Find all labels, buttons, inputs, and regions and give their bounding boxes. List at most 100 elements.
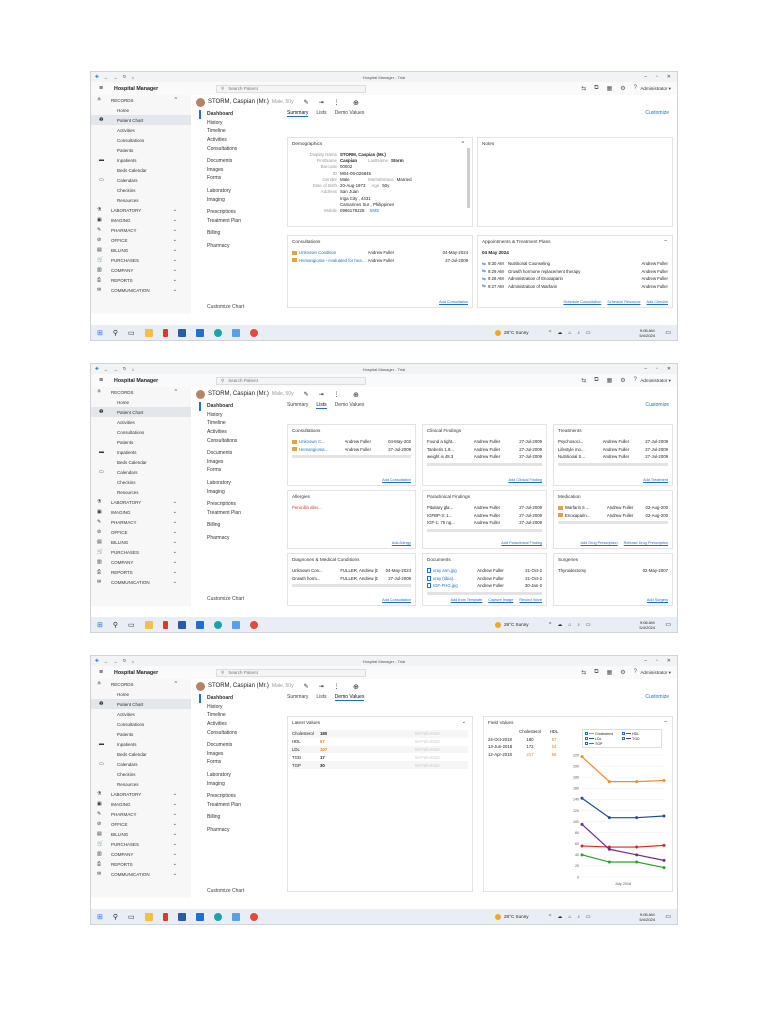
maximize-button[interactable]: ▫ xyxy=(656,658,658,664)
sidebar-group-pharmacy[interactable]: ✎ PHARMACY ⌄ xyxy=(91,225,191,235)
sidebar-group-purchases[interactable]: 🛒 PURCHASES ⌄ xyxy=(91,547,191,557)
data-point-ldl[interactable] xyxy=(580,796,584,800)
notification-icon[interactable]: ▭ xyxy=(665,329,671,336)
dashboard-nav-item[interactable]: Prescriptions xyxy=(199,500,279,509)
swap-icon[interactable]: ⇆ xyxy=(581,669,586,676)
patient-name[interactable]: STORM, Caspian (Mr.) xyxy=(208,99,269,105)
tab-lists[interactable]: Lists xyxy=(316,110,326,117)
dashboard-nav-item[interactable]: Forms xyxy=(199,174,279,183)
tab-summary[interactable]: Summary xyxy=(287,402,308,409)
maximize-button[interactable]: ▫ xyxy=(656,366,658,372)
card-link[interactable]: Schedule Resource xyxy=(607,300,640,304)
horizontal-scrollbar[interactable] xyxy=(427,528,542,532)
sidebar-item[interactable]: Activities xyxy=(91,417,191,427)
volume-icon[interactable]: ♪ xyxy=(577,622,580,628)
gear-icon[interactable]: ⚙ xyxy=(620,85,625,92)
red-app-icon[interactable] xyxy=(162,620,168,629)
data-point-tgp[interactable] xyxy=(580,853,584,857)
tab-demo-values[interactable]: Demo Values xyxy=(334,694,365,701)
card-link[interactable]: Add Consultation xyxy=(382,478,411,482)
dashboard-nav-item[interactable]: Timeline xyxy=(199,711,279,720)
sidebar-item[interactable]: ❶ Patient Chart xyxy=(91,699,191,709)
task-view-icon[interactable]: ▭ xyxy=(128,913,135,921)
list-item[interactable]: Hemangioma - evaluated for headache andA… xyxy=(292,257,468,265)
close-button[interactable]: ✕ xyxy=(667,366,671,372)
sidebar-item[interactable]: Patients xyxy=(91,729,191,739)
tab-summary[interactable]: Summary xyxy=(287,694,308,701)
red-app-icon[interactable] xyxy=(162,912,168,921)
clock[interactable]: 9:08 AM 5/4/2024 xyxy=(639,620,655,630)
card-link[interactable]: Add Drug Prescription xyxy=(581,541,618,545)
weather-widget[interactable]: 28°C Sunny xyxy=(495,621,529,628)
export-icon[interactable]: ⇥ xyxy=(319,99,324,106)
edit-icon[interactable]: ✎ xyxy=(304,683,309,690)
sidebar-item[interactable]: ▬ Inpatients xyxy=(91,155,191,165)
dashboard-nav-item[interactable]: Pharmacy xyxy=(199,826,279,835)
dashboard-nav-item[interactable]: History xyxy=(199,703,279,712)
dashboard-nav-item[interactable]: Billing xyxy=(199,229,279,238)
grid-icon[interactable]: ▦ xyxy=(607,377,613,384)
chevron-up-icon[interactable]: ^ xyxy=(549,622,551,628)
dashboard-nav-item[interactable]: Forms xyxy=(199,758,279,767)
list-item[interactable]: Hemangiomа... Andrew Fuller 27-Jul-2009 xyxy=(292,446,411,454)
dashboard-nav-item[interactable]: Dashboard xyxy=(199,402,279,411)
data-point-hdl[interactable] xyxy=(635,845,639,849)
list-item[interactable]: Psychosoci... Andrew Fuller 27-Jul-2009 xyxy=(558,438,668,446)
add-tab-button[interactable]: ⊕ xyxy=(353,683,359,691)
windows-start-icon[interactable]: ⊞ xyxy=(97,621,103,629)
dashboard-nav-item[interactable]: Treatment Plan xyxy=(199,217,279,226)
chevron-up-icon[interactable]: ^ xyxy=(549,330,551,336)
sidebar-item[interactable]: Beds Calendar xyxy=(91,749,191,759)
sidebar-item[interactable]: Checkins xyxy=(91,477,191,487)
sidebar-group-pharmacy[interactable]: ✎ PHARMACY ⌄ xyxy=(91,809,191,819)
sidebar-group-office[interactable]: ⊘ OFFICE ⌄ xyxy=(91,819,191,829)
sidebar-group-communication[interactable]: ✉ COMMUNICATION ⌄ xyxy=(91,577,191,587)
sidebar-item[interactable]: ❶ Patient Chart xyxy=(91,115,191,125)
card-link[interactable]: Release Drug Prescription xyxy=(624,541,668,545)
swap-icon[interactable]: ⇆ xyxy=(581,377,586,384)
horizontal-scrollbar[interactable] xyxy=(292,584,411,587)
search-input[interactable]: ⚲ Search Patient xyxy=(216,84,366,93)
mail-app-icon[interactable] xyxy=(195,912,204,921)
list-item[interactable]: Warfarin 5 ... Andrew Fuller 02-Aug-200 xyxy=(558,504,668,512)
network-icon[interactable]: ⌂ xyxy=(568,330,571,336)
chevron-up-icon[interactable]: ^ xyxy=(549,914,551,920)
export-icon[interactable]: ⇥ xyxy=(319,683,324,690)
more-vertical-icon[interactable]: ⋮ xyxy=(334,391,340,398)
card-link[interactable]: Add Clinical Finding xyxy=(508,478,542,482)
data-point-hdl[interactable] xyxy=(662,843,666,847)
legend-item[interactable]: TGD xyxy=(622,736,659,741)
sidebar-group-purchases[interactable]: 🛒 PURCHASES ⌄ xyxy=(91,255,191,265)
dashboard-nav-item[interactable]: Treatment Plan xyxy=(199,801,279,810)
sidebar-group-billing[interactable]: ▤ BILLING ⌄ xyxy=(91,537,191,547)
battery-icon[interactable]: ▭ xyxy=(586,330,591,336)
tab-demo-values[interactable]: Demo Values xyxy=(335,110,365,117)
task-view-icon[interactable]: ▭ xyxy=(128,621,135,629)
latest-value-row[interactable]: TGD 17 04-Feb-2024 xyxy=(292,753,468,761)
sidebar-group-purchases[interactable]: 🛒 PURCHASES ⌄ xyxy=(91,839,191,849)
card-link[interactable]: Add from Template xyxy=(450,598,482,602)
dashboard-nav-item[interactable]: Images xyxy=(199,750,279,759)
sidebar-item[interactable]: Beds Calendar xyxy=(91,457,191,467)
tab-summary[interactable]: Summary xyxy=(287,110,309,117)
dashboard-nav-item[interactable]: Images xyxy=(199,166,279,175)
dashboard-nav-item[interactable]: Dashboard xyxy=(199,694,279,703)
chrome-app-icon[interactable] xyxy=(249,912,258,921)
sidebar-group-laboratory[interactable]: ⚗ LABORATORY ⌄ xyxy=(91,205,191,215)
grid-icon[interactable]: ▦ xyxy=(607,669,613,676)
close-button[interactable]: ✕ xyxy=(667,658,671,664)
windows-start-icon[interactable]: ⊞ xyxy=(97,329,103,337)
maximize-button[interactable]: ▫ xyxy=(656,74,658,80)
hamburger-icon[interactable]: ≡ xyxy=(99,377,107,384)
dashboard-nav-item[interactable]: History xyxy=(199,119,279,128)
sidebar-item[interactable]: Resources xyxy=(91,195,191,205)
sidebar-group-company[interactable]: ▥ COMPANY ⌄ xyxy=(91,265,191,275)
window-icon[interactable]: ⧉ xyxy=(594,669,598,676)
store-app-icon[interactable] xyxy=(177,912,186,921)
edge-app-icon[interactable] xyxy=(213,912,222,921)
sidebar-group-laboratory[interactable]: ⚗ LABORATORY ⌄ xyxy=(91,789,191,799)
list-item[interactable]: IGFBP-3: 1... Andrew Fuller 27-Jul-2009 xyxy=(427,512,542,520)
hamburger-icon[interactable]: ≡ xyxy=(99,85,107,92)
task-view-icon[interactable]: ▭ xyxy=(128,329,135,337)
sidebar-item[interactable]: Consultations xyxy=(91,719,191,729)
